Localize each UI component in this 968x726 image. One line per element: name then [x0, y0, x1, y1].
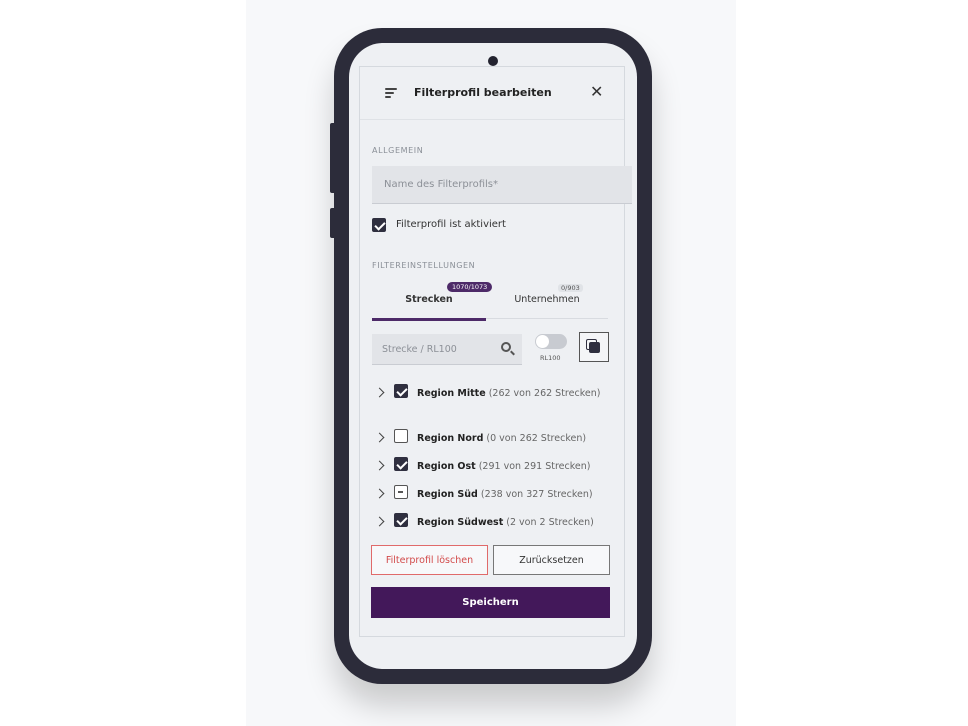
chevron-right-icon[interactable] — [374, 460, 385, 471]
dialog-header: Filterprofil bearbeiten ✕ — [360, 67, 624, 120]
select-all-button[interactable] — [579, 332, 609, 362]
region-count: (0 von 262 Strecken) — [486, 433, 587, 444]
profile-name-input[interactable] — [372, 166, 632, 204]
phone-frame: Filterprofil bearbeiten ✕ ALLGEMEIN Filt… — [330, 28, 652, 684]
region-name: Region Süd — [417, 489, 478, 500]
dialog-title: Filterprofil bearbeiten — [414, 86, 552, 99]
tab-unternehmen-badge: 0/903 — [558, 284, 583, 292]
chevron-right-icon[interactable] — [374, 387, 385, 398]
region-count: (2 von 2 Strecken) — [506, 517, 594, 528]
close-icon[interactable]: ✕ — [590, 83, 603, 101]
region-checkbox[interactable] — [394, 384, 408, 398]
delete-profile-button[interactable]: Filterprofil löschen — [371, 545, 488, 575]
region-count: (238 von 327 Strecken) — [480, 489, 593, 500]
region-name: Region Ost — [417, 461, 476, 472]
phone-side-button — [330, 208, 334, 238]
region-item-nord[interactable]: Region Nord (0 von 262 Strecken) — [372, 429, 612, 450]
phone-side-button — [330, 123, 334, 193]
region-item-mitte[interactable]: Region Mitte (262 von 262 Strecken) — [372, 384, 612, 421]
rl100-toggle-label: RL100 — [540, 354, 561, 362]
tab-strecken[interactable]: 1070/1073 Strecken — [372, 280, 493, 321]
region-name: Region Nord — [417, 433, 484, 444]
tab-unternehmen[interactable]: 0/903 Unternehmen — [486, 280, 608, 319]
region-item-ost[interactable]: Region Ost (291 von 291 Strecken) — [372, 457, 612, 478]
region-count: (291 von 291 Strecken) — [478, 461, 591, 472]
menu-icon[interactable] — [385, 87, 397, 99]
section-general-label: ALLGEMEIN — [372, 146, 424, 155]
select-all-icon — [586, 339, 600, 353]
section-filter-label: FILTEREINSTELLUNGEN — [372, 261, 476, 270]
region-checkbox[interactable] — [394, 485, 408, 499]
chevron-right-icon[interactable] — [374, 432, 385, 443]
chevron-right-icon[interactable] — [374, 488, 385, 499]
region-name: Region Südwest — [417, 517, 504, 528]
region-checkbox[interactable] — [394, 429, 408, 443]
filter-profile-dialog: Filterprofil bearbeiten ✕ ALLGEMEIN Filt… — [359, 66, 632, 637]
activate-checkbox[interactable] — [372, 218, 386, 232]
search-field — [372, 334, 522, 365]
rl100-toggle[interactable] — [535, 334, 567, 349]
tab-unternehmen-label: Unternehmen — [514, 294, 580, 305]
region-count: (262 von 262 Strecken) — [488, 388, 601, 399]
camera-icon — [488, 56, 498, 66]
search-icon[interactable] — [501, 342, 511, 352]
region-checkbox[interactable] — [394, 513, 408, 527]
region-checkbox[interactable] — [394, 457, 408, 471]
region-item-suedwest[interactable]: Region Südwest (2 von 2 Strecken) — [372, 513, 612, 534]
reset-button[interactable]: Zurücksetzen — [493, 545, 610, 575]
tab-strecken-label: Strecken — [405, 294, 453, 305]
phone-screen: Filterprofil bearbeiten ✕ ALLGEMEIN Filt… — [349, 43, 637, 669]
activate-label: Filterprofil ist aktiviert — [396, 219, 506, 230]
save-button[interactable]: Speichern — [371, 587, 610, 618]
search-input[interactable] — [372, 334, 500, 364]
region-name: Region Mitte — [417, 388, 486, 399]
chevron-right-icon[interactable] — [374, 516, 385, 527]
region-item-sued[interactable]: Region Süd (238 von 327 Strecken) — [372, 485, 612, 506]
